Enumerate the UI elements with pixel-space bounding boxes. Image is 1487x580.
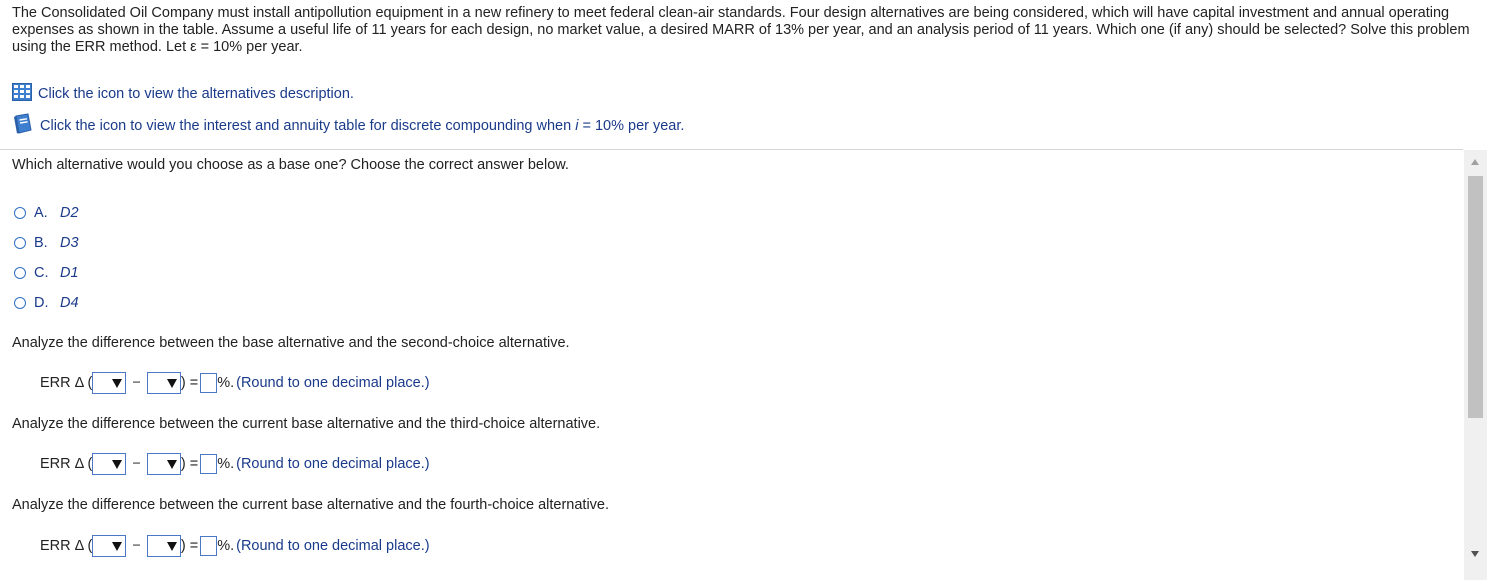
err-label: ERR Δ ( <box>40 375 93 391</box>
alt-select-3b[interactable] <box>146 535 181 557</box>
grid-table-icon[interactable] <box>12 83 32 105</box>
analysis-prompt-2: Analyze the difference between the curre… <box>12 416 601 432</box>
err-label: ERR Δ ( <box>40 538 93 554</box>
option-d[interactable]: D. D4 <box>14 295 79 311</box>
interest-table-link-text[interactable]: Click the icon to view the interest and … <box>40 118 684 134</box>
dropdown-arrow-icon <box>166 459 177 469</box>
vertical-scrollbar[interactable] <box>1464 150 1487 580</box>
option-letter: D. <box>34 295 49 311</box>
interest-table-link[interactable]: Click the icon to view the interest and … <box>12 113 684 139</box>
analysis-prompt-1: Analyze the difference between the base … <box>12 335 570 351</box>
analysis-prompt-3: Analyze the difference between the curre… <box>12 497 610 513</box>
percent-sign: %. <box>217 375 235 391</box>
minus-sign: − <box>132 456 141 472</box>
question-text: Which alternative would you choose as a … <box>12 157 569 173</box>
radio-button[interactable] <box>14 237 26 249</box>
scroll-down-arrow-icon[interactable] <box>1471 551 1479 557</box>
option-c[interactable]: C. D1 <box>14 265 79 281</box>
option-value: D2 <box>60 205 79 221</box>
option-value: D3 <box>60 235 79 251</box>
dropdown-arrow-icon <box>112 459 123 469</box>
round-hint: (Round to one decimal place.) <box>236 375 430 391</box>
minus-sign: − <box>132 375 141 391</box>
dropdown-arrow-icon <box>166 378 177 388</box>
option-value: D1 <box>60 265 79 281</box>
err-row-3: ERR Δ ( − ) = %. (Round to one decimal p… <box>40 535 430 557</box>
percent-sign: %. <box>217 456 235 472</box>
alt-select-1b[interactable] <box>146 372 181 394</box>
percent-sign: %. <box>217 538 235 554</box>
option-b[interactable]: B. D3 <box>14 235 79 251</box>
alternatives-link-text[interactable]: Click the icon to view the alternatives … <box>38 86 354 102</box>
option-letter: B. <box>34 235 48 251</box>
err-row-1: ERR Δ ( − ) = %. (Round to one decimal p… <box>40 372 430 394</box>
equals-sign: ) = <box>180 456 199 472</box>
scroll-up-arrow-icon[interactable] <box>1471 159 1479 165</box>
option-a[interactable]: A. D2 <box>14 205 79 221</box>
radio-button[interactable] <box>14 267 26 279</box>
dropdown-arrow-icon <box>112 378 123 388</box>
alternatives-link[interactable]: Click the icon to view the alternatives … <box>12 83 354 105</box>
problem-statement: The Consolidated Oil Company must instal… <box>12 5 1470 55</box>
section-divider <box>0 149 1463 150</box>
alt-select-2a[interactable] <box>92 453 127 475</box>
equals-sign: ) = <box>180 538 199 554</box>
alt-select-3a[interactable] <box>92 535 127 557</box>
option-letter: A. <box>34 205 48 221</box>
option-value: D4 <box>60 295 79 311</box>
scrollbar-thumb[interactable] <box>1468 176 1483 418</box>
round-hint: (Round to one decimal place.) <box>236 538 430 554</box>
alt-select-2b[interactable] <box>146 453 181 475</box>
round-hint: (Round to one decimal place.) <box>236 456 430 472</box>
option-letter: C. <box>34 265 49 281</box>
radio-button[interactable] <box>14 297 26 309</box>
err-answer-input-2[interactable] <box>200 454 218 474</box>
err-answer-input-1[interactable] <box>200 373 218 393</box>
radio-button[interactable] <box>14 207 26 219</box>
alt-select-1a[interactable] <box>92 372 127 394</box>
err-row-2: ERR Δ ( − ) = %. (Round to one decimal p… <box>40 453 430 475</box>
dropdown-arrow-icon <box>166 541 177 551</box>
dropdown-arrow-icon <box>112 541 123 551</box>
minus-sign: − <box>132 538 141 554</box>
equals-sign: ) = <box>180 375 199 391</box>
err-label: ERR Δ ( <box>40 456 93 472</box>
interest-table-link-prefix: Click the icon to view the interest and … <box>40 118 576 134</box>
interest-table-link-suffix: = 10% per year. <box>578 118 685 134</box>
book-icon[interactable] <box>12 113 34 139</box>
err-answer-input-3[interactable] <box>200 536 218 556</box>
